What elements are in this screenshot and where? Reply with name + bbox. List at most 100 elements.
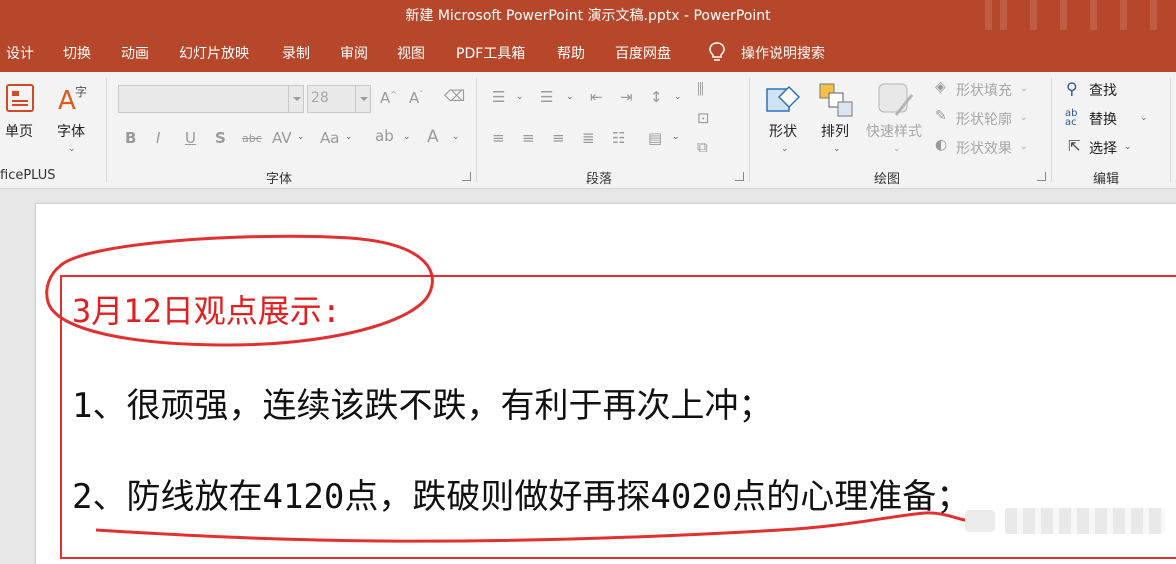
align-right-icon[interactable]: ≡ [552,129,565,147]
quick-styles-button[interactable]: 快速样式 [866,121,922,141]
chevron-down-icon: ⌄ [1020,142,1028,152]
slide-line-2: 2、防线放在4120点，跌破则做好再探4020点的心理准备； [72,477,971,517]
cursor-icon: ⇱ [1068,137,1081,155]
chevron-down-icon: ⌄ [833,144,841,154]
decrease-indent-icon[interactable]: ⇤ [590,88,603,106]
chevron-down-icon: ⌄ [893,144,901,154]
single-page-button[interactable]: 单页 [5,121,33,141]
single-page-icon [6,84,34,112]
group-divider [476,78,477,182]
tab-baidu-netdisk[interactable]: 百度网盘 [615,43,671,63]
chevron-down-icon: ⌄ [1020,113,1028,123]
ribbon-tabs: 设计 切换 动画 幻灯片放映 录制 审阅 视图 PDF工具箱 帮助 百度网盘 操… [0,30,1176,72]
clear-format-icon[interactable]: ⌫ [444,87,465,105]
tab-design[interactable]: 设计 [6,43,34,63]
arrange-button[interactable]: 排列 [821,121,849,141]
find-button[interactable]: 查找 [1089,80,1117,100]
search-icon: ⚲ [1066,79,1078,98]
select-button[interactable]: 选择 [1089,138,1117,158]
chevron-down-icon[interactable]: ⌄ [297,132,305,142]
chevron-down-icon[interactable]: ⌄ [452,132,460,142]
ribbon: 单页 A 字 字体 ⌄ ficePLUS 28 A^ Aˇ ⌫ B I U S … [0,72,1176,189]
chevron-down-icon[interactable]: ⌄ [672,132,680,142]
tab-animations[interactable]: 动画 [121,43,149,63]
svg-text:A: A [58,86,76,115]
plugin-group-label: ficePLUS [0,168,56,183]
shapes-icon [766,85,801,112]
font-size-combo[interactable]: 28 [307,85,371,113]
chevron-down-icon[interactable]: ⌄ [1140,113,1148,123]
tab-review[interactable]: 审阅 [340,43,368,63]
chevron-down-icon[interactable]: ⌄ [516,92,524,102]
columns-icon[interactable]: ▤ [648,129,662,147]
window-title: 新建 Microsoft PowerPoint 演示文稿.pptx - Powe… [405,8,771,24]
chevron-down-icon[interactable] [288,86,303,112]
quick-styles-icon [878,83,914,116]
font-icon: A 字 [58,84,87,115]
shape-outline-icon: ✎ [935,108,947,124]
align-center-icon[interactable]: ≡ [522,129,535,147]
numbering-icon[interactable]: ☰ [540,88,553,106]
font-button[interactable]: 字体 [57,121,85,141]
replace-button[interactable]: 替换 [1089,109,1117,129]
tab-help[interactable]: 帮助 [557,43,585,63]
tell-me-search[interactable]: 操作说明搜索 [741,43,825,63]
drawing-group-label: 绘图 [874,172,901,187]
highlight-icon[interactable]: ab [375,127,394,145]
chevron-down-icon[interactable]: ⌄ [674,92,682,102]
title-bar: 新建 Microsoft PowerPoint 演示文稿.pptx - Powe… [0,0,1176,30]
align-text-icon[interactable]: ⊡ [697,109,710,127]
font-group-label: 字体 [266,172,293,187]
tab-slideshow[interactable]: 幻灯片放映 [179,43,249,63]
shape-fill-icon: ◈ [935,79,946,95]
chevron-down-icon: ⌄ [781,144,789,154]
chevron-down-icon[interactable]: ⌄ [1124,142,1132,152]
tab-view[interactable]: 视图 [397,43,425,63]
bold-icon[interactable]: B [125,129,136,147]
chevron-down-icon[interactable]: ⌄ [566,92,574,102]
bullets-icon[interactable]: ☰ [492,88,505,106]
editing-group-label: 编辑 [1093,172,1120,187]
shapes-button[interactable]: 形状 [769,121,797,141]
dialog-launcher-icon[interactable] [1037,172,1046,181]
lightbulb-icon [709,42,725,61]
chevron-down-icon[interactable]: ⌄ [403,132,411,142]
font-size-value: 28 [311,90,329,106]
italic-icon[interactable]: I [156,129,160,147]
shape-fill-button[interactable]: 形状填充 [956,80,1012,100]
chevron-down-icon[interactable]: ⌄ [345,132,353,142]
font-name-combo[interactable] [118,85,304,113]
shrink-font-icon[interactable]: Aˇ [409,89,423,107]
line-spacing-icon[interactable]: ↕ [650,88,663,106]
slide-heading: 3月12日观点展示: [72,292,342,330]
increase-indent-icon[interactable]: ⇥ [620,88,633,106]
justify-icon[interactable]: ≣ [582,129,595,147]
replace-icon: ab ac [1065,108,1078,128]
dialog-launcher-icon[interactable] [735,172,744,181]
align-left-icon[interactable]: ≡ [492,129,505,147]
watermark [965,504,1170,538]
shape-effects-button[interactable]: 形状效果 [956,138,1012,158]
chevron-down-icon: ⌄ [68,144,76,154]
text-direction-icon[interactable]: ⫼ [697,80,704,98]
paragraph-group-label: 段落 [586,172,613,187]
strikethrough-icon[interactable]: abc [242,132,262,145]
change-case-icon[interactable]: Aa [320,129,339,147]
char-spacing-icon[interactable]: AV [272,129,292,147]
tab-transitions[interactable]: 切换 [63,43,91,63]
slide-line-1: 1、很顽强，连续该跌不跌，有利于再次上冲； [72,386,773,426]
font-color-icon[interactable]: A [427,127,439,147]
group-divider [749,78,750,182]
shadow-icon[interactable]: S [215,129,226,147]
smartart-icon[interactable]: ⧉ [697,138,708,156]
tab-pdf-toolbox[interactable]: PDF工具箱 [456,43,525,63]
shape-outline-button[interactable]: 形状轮廓 [956,109,1012,129]
shape-effects-icon: ◐ [935,137,948,153]
underline-icon[interactable]: U [185,129,196,147]
dialog-launcher-icon[interactable] [462,172,471,181]
grow-font-icon[interactable]: A^ [380,89,397,107]
group-divider [1170,78,1171,182]
tab-record[interactable]: 录制 [282,43,310,63]
distributed-icon[interactable]: ☷ [612,129,625,147]
chevron-down-icon[interactable] [355,86,370,112]
